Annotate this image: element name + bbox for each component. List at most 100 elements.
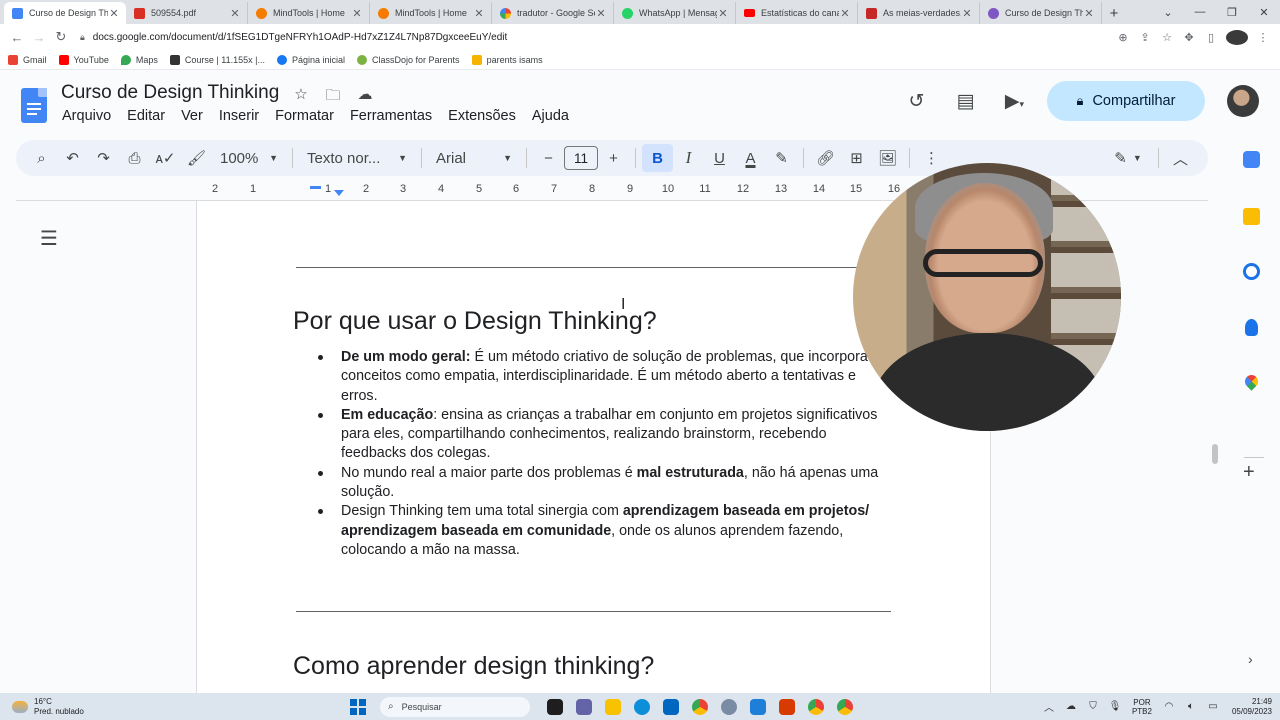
bold-button[interactable]: B bbox=[642, 144, 673, 172]
list-item[interactable]: No mundo real a maior parte dos problema… bbox=[293, 464, 893, 503]
browser-tab-2[interactable]: MindTools | Home ✕ bbox=[248, 2, 370, 24]
share-page-icon[interactable]: ⇪ bbox=[1134, 31, 1156, 44]
share-button[interactable]: 🔒︎ Compartilhar bbox=[1047, 81, 1205, 121]
browser-tab-0[interactable]: Curso de Design Thinking ✕ bbox=[4, 2, 126, 24]
zoom-select[interactable]: 100% ▼ bbox=[212, 150, 286, 167]
list-item[interactable]: Design Thinking tem uma total sinergia c… bbox=[293, 502, 893, 560]
lock-icon[interactable]: 🔒︎ bbox=[80, 32, 85, 43]
new-tab-button[interactable]: + bbox=[1102, 2, 1126, 24]
underline-button[interactable]: U bbox=[704, 144, 735, 172]
browser-tab-8[interactable]: Curso de Design Thinking ✕ bbox=[980, 2, 1102, 24]
document-title[interactable]: Curso de Design Thinking bbox=[61, 82, 279, 104]
browser-tab-6[interactable]: Estatísticas do canal ✕ bbox=[736, 2, 858, 24]
collapse-menus-icon[interactable]: ︿ bbox=[1165, 144, 1196, 172]
undo-icon[interactable]: ↶ bbox=[57, 144, 88, 172]
volume-icon[interactable]: 🔈︎ bbox=[1180, 701, 1202, 712]
bullet-list[interactable]: De um modo geral: É um método criativo d… bbox=[293, 348, 893, 560]
search-menus-icon[interactable]: ⌕ bbox=[26, 144, 57, 172]
menu-ajuda[interactable]: Ajuda bbox=[524, 108, 577, 124]
comments-icon[interactable]: ▤ bbox=[941, 90, 990, 113]
first-line-indent-marker[interactable] bbox=[334, 190, 344, 196]
move-folder-icon[interactable]: 🗀︎ bbox=[317, 85, 349, 110]
menu-inserir[interactable]: Inserir bbox=[211, 108, 267, 124]
chevron-right-icon[interactable]: › bbox=[1248, 651, 1253, 667]
calendar-icon[interactable] bbox=[1243, 151, 1260, 168]
chrome-icon[interactable] bbox=[807, 698, 824, 715]
more-menu-icon[interactable]: ⋮ bbox=[1252, 31, 1274, 44]
close-icon[interactable]: ✕ bbox=[108, 7, 120, 20]
left-indent-marker[interactable] bbox=[310, 186, 321, 189]
reload-icon[interactable]: ↻ bbox=[50, 29, 72, 45]
add-comment-icon[interactable]: ⊞ bbox=[841, 144, 872, 172]
security-icon[interactable]: ⛉ bbox=[1082, 701, 1104, 712]
system-clock[interactable]: 21:49 05/09/2023 bbox=[1232, 697, 1272, 717]
chrome-icon[interactable] bbox=[691, 698, 708, 715]
paint-format-icon[interactable]: 🖌︎ bbox=[181, 144, 212, 172]
account-avatar[interactable] bbox=[1227, 85, 1259, 117]
browser-tab-4[interactable]: tradutor - Google Search ✕ bbox=[492, 2, 614, 24]
font-size-input[interactable]: 11 bbox=[564, 146, 598, 170]
close-icon[interactable]: ✕ bbox=[473, 7, 485, 20]
print-icon[interactable]: ⎙ bbox=[119, 144, 150, 172]
store-icon[interactable] bbox=[662, 698, 679, 715]
decrease-font-icon[interactable]: − bbox=[533, 144, 564, 172]
extensions-icon[interactable]: ✥ bbox=[1178, 31, 1200, 44]
docs-logo-icon[interactable] bbox=[21, 88, 47, 123]
browser-tab-7[interactable]: As meias-verdades, p ✕ bbox=[858, 2, 980, 24]
r-app-icon[interactable] bbox=[720, 698, 737, 715]
bookmark-youtube[interactable]: YouTube bbox=[58, 54, 109, 65]
browser-tab-1[interactable]: 509554.pdf ✕ bbox=[126, 2, 248, 24]
contacts-icon[interactable] bbox=[1245, 319, 1258, 336]
bookmark-star-icon[interactable]: ☆ bbox=[1156, 31, 1178, 44]
heading-why-design-thinking[interactable]: Por que usar o Design Thinking? bbox=[293, 307, 657, 336]
menu-extensoes[interactable]: Extensões bbox=[440, 108, 524, 124]
task-view-icon[interactable] bbox=[546, 698, 563, 715]
close-icon[interactable]: ✕ bbox=[961, 7, 973, 20]
highlight-icon[interactable]: ✎ bbox=[766, 144, 797, 172]
more-options-icon[interactable]: ⋮ bbox=[916, 144, 947, 172]
close-icon[interactable]: ✕ bbox=[839, 7, 851, 20]
tasks-icon[interactable] bbox=[1243, 263, 1260, 280]
redo-icon[interactable]: ↷ bbox=[88, 144, 119, 172]
document-outline-icon[interactable]: ☰ bbox=[40, 226, 58, 251]
menu-ver[interactable]: Ver bbox=[173, 108, 211, 124]
meet-video-icon[interactable]: ▶︎▾ bbox=[990, 90, 1039, 113]
heading-how-to-learn[interactable]: Como aprender design thinking? bbox=[293, 652, 654, 681]
teams-chat-icon[interactable] bbox=[575, 698, 592, 715]
microphone-icon[interactable]: 🎙︎ bbox=[1104, 701, 1126, 712]
photos-icon[interactable] bbox=[749, 698, 766, 715]
star-icon[interactable]: ☆ bbox=[285, 85, 317, 110]
edge-icon[interactable] bbox=[633, 698, 650, 715]
italic-button[interactable]: I bbox=[673, 144, 704, 172]
close-icon[interactable]: ✕ bbox=[1083, 7, 1095, 20]
horizontal-ruler[interactable]: 2 1 1 2 3 4 5 6 7 8 9 10 11 12 13 14 15 … bbox=[196, 182, 991, 200]
close-icon[interactable]: ✕ bbox=[717, 7, 729, 20]
history-icon[interactable]: ↺ bbox=[892, 90, 941, 113]
tab-search-icon[interactable]: ⌄ bbox=[1152, 6, 1184, 19]
show-hidden-icon[interactable]: ︿ bbox=[1038, 699, 1060, 714]
weather-widget[interactable]: 16°C Pred. nublado bbox=[0, 697, 300, 717]
vertical-scrollbar-thumb[interactable] bbox=[1212, 444, 1218, 464]
bookmark-classdojo[interactable]: ClassDojo for Parents bbox=[357, 54, 460, 65]
add-addon-icon[interactable]: + bbox=[1243, 461, 1255, 484]
bookmark-course[interactable]: Course | 11.155x |... bbox=[169, 54, 265, 65]
text-color-button[interactable]: A bbox=[735, 144, 766, 172]
close-window-icon[interactable]: ✕ bbox=[1248, 6, 1280, 19]
insert-image-icon[interactable]: 🖼︎ bbox=[872, 144, 903, 172]
chrome-profile-icon[interactable] bbox=[836, 698, 853, 715]
menu-arquivo[interactable]: Arquivo bbox=[54, 108, 119, 124]
keep-icon[interactable] bbox=[1243, 208, 1260, 225]
spellcheck-icon[interactable]: ᴀ✓ bbox=[150, 144, 181, 172]
wifi-icon[interactable]: ◠ bbox=[1158, 701, 1180, 712]
link-icon[interactable]: 🔗︎ bbox=[810, 144, 841, 172]
close-icon[interactable]: ✕ bbox=[229, 7, 241, 20]
maps-icon[interactable] bbox=[1242, 372, 1261, 391]
increase-font-icon[interactable]: + bbox=[598, 144, 629, 172]
zoom-icon[interactable]: ⊕ bbox=[1112, 31, 1134, 44]
minimize-icon[interactable]: — bbox=[1184, 6, 1216, 18]
bookmark-isams[interactable]: parents isams bbox=[471, 54, 543, 65]
browser-tab-5[interactable]: WhatsApp | Mensagens ✕ bbox=[614, 2, 736, 24]
restore-icon[interactable]: ❐ bbox=[1216, 6, 1248, 19]
list-item[interactable]: Em educação: ensina as crianças a trabal… bbox=[293, 406, 893, 464]
forward-icon[interactable]: → bbox=[28, 30, 50, 45]
